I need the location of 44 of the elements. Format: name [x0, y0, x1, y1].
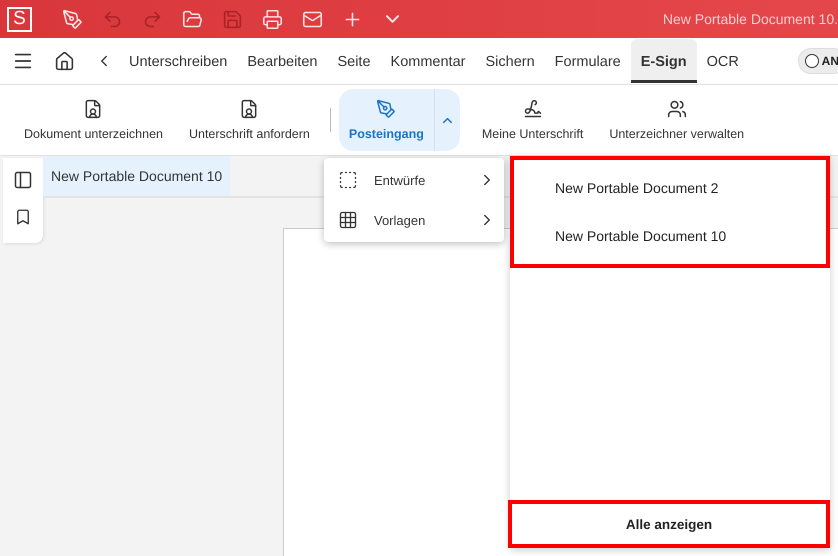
document-users-icon [239, 99, 260, 119]
menu-tab[interactable]: Kommentar [380, 39, 476, 83]
bookmark-button[interactable] [14, 208, 32, 226]
bookmark-icon [14, 208, 32, 226]
recent-document-item[interactable]: New Portable Document 2 [514, 164, 826, 212]
signature-icon [522, 99, 543, 119]
menu-tab[interactable]: Seite [327, 39, 381, 83]
menu-item[interactable]: Entwürfe [324, 160, 504, 200]
document-tab[interactable]: New Portable Document 10 [43, 156, 230, 196]
recent-document-item[interactable]: New Portable Document 10 [514, 212, 826, 260]
undo-icon [102, 8, 122, 30]
printer-icon [262, 8, 282, 30]
menu-tab[interactable]: E-Sign [630, 39, 697, 83]
ribbon-button[interactable]: Unterzeichner verwalten [599, 89, 754, 151]
save-icon [222, 8, 242, 30]
ribbon-button[interactable]: Unterschrift anfordern [178, 89, 320, 151]
menu-tab[interactable]: Bearbeiten [237, 39, 328, 83]
document-user-icon [83, 99, 104, 119]
ribbon-button[interactable]: Dokument unterzeichnen [14, 89, 173, 151]
home-button[interactable] [54, 50, 75, 72]
pen-icon [376, 99, 396, 119]
ribbon-button[interactable]: Posteingang [338, 89, 434, 151]
mail-icon [302, 8, 322, 30]
folder-icon [182, 8, 202, 30]
menu-tab[interactable]: Formulare [544, 39, 631, 83]
panel-button[interactable] [13, 170, 33, 190]
dashed-square-icon [338, 170, 358, 190]
menu-tab[interactable]: Sichern [475, 39, 545, 83]
redo-icon [142, 8, 162, 30]
panel-icon [13, 170, 33, 190]
chevron-down-icon [386, 15, 398, 23]
menu-item[interactable]: Vorlagen [324, 200, 504, 240]
dotted-grid-icon [338, 210, 358, 230]
window-title: New Portable Document 10. [662, 11, 838, 27]
show-all-button[interactable]: Alle anzeigen [508, 500, 830, 548]
toggle-switch[interactable]: AN [798, 48, 838, 74]
pen-icon [62, 8, 82, 30]
menu-tab[interactable]: OCR [696, 39, 749, 83]
users-icon [666, 99, 687, 119]
menu-tab[interactable]: Unterschreiben [119, 39, 238, 83]
home-icon [54, 50, 75, 72]
ribbon-button[interactable]: Meine Unterschrift [472, 89, 594, 151]
dropdown-toggle[interactable] [434, 89, 460, 151]
app-logo[interactable]: S [7, 6, 32, 32]
